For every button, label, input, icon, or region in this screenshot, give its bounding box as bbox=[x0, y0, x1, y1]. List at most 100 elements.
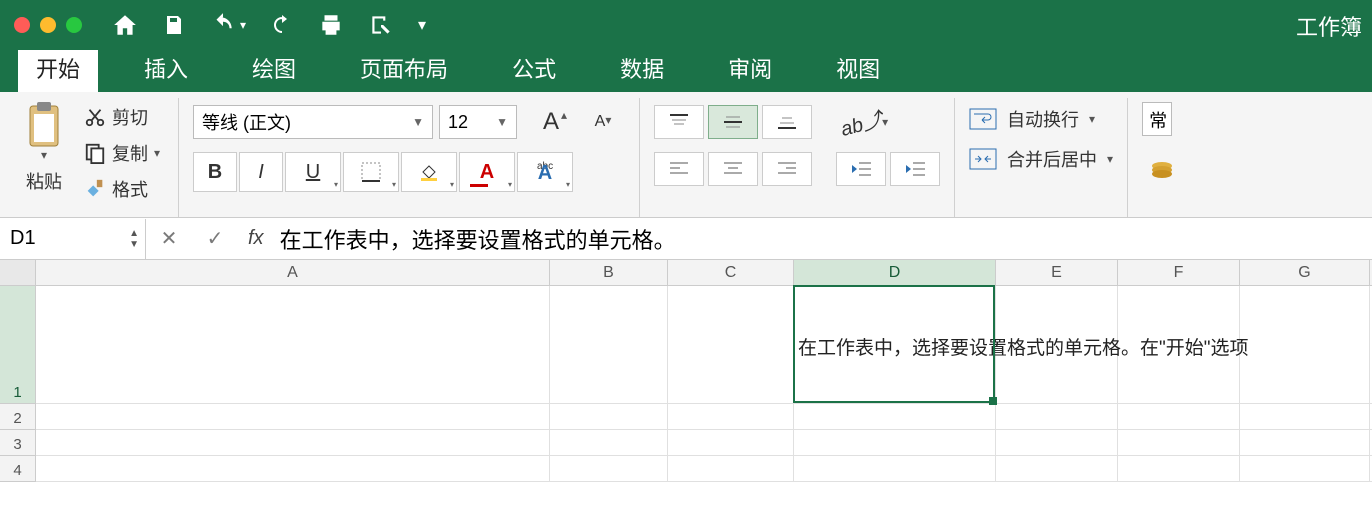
underline-button[interactable]: U▾ bbox=[285, 152, 341, 192]
font-color-button[interactable]: A ▾ bbox=[459, 152, 515, 192]
cell-E4[interactable] bbox=[996, 456, 1118, 482]
font-size-value: 12 bbox=[448, 112, 468, 133]
number-format-value: 常 bbox=[1149, 111, 1167, 131]
cell-B2[interactable] bbox=[550, 404, 668, 430]
align-right-button[interactable] bbox=[762, 152, 812, 186]
fill-color-button[interactable]: ▾ bbox=[401, 152, 457, 192]
customize-qat-icon[interactable]: ▾ bbox=[418, 15, 426, 35]
cell-G2[interactable] bbox=[1240, 404, 1370, 430]
paste-button[interactable]: ▾ 粘贴 bbox=[24, 102, 74, 213]
merge-center-label: 合并后居中 bbox=[1007, 146, 1097, 172]
borders-button[interactable]: ▾ bbox=[343, 152, 399, 192]
row-header-1[interactable]: 1 bbox=[0, 286, 35, 404]
tab-insert[interactable]: 插入 bbox=[126, 46, 206, 92]
cell-G4[interactable] bbox=[1240, 456, 1370, 482]
close-window-button[interactable] bbox=[14, 17, 30, 33]
cell-C3[interactable] bbox=[668, 430, 794, 456]
group-wrap-merge: 自动换行▾ 合并后居中▾ bbox=[955, 98, 1128, 217]
cell-G1[interactable] bbox=[1240, 286, 1370, 404]
paste-label: 粘贴 bbox=[26, 168, 62, 194]
redo-icon[interactable] bbox=[270, 13, 294, 37]
print-icon[interactable] bbox=[318, 12, 344, 38]
tab-page-layout[interactable]: 页面布局 bbox=[342, 46, 466, 92]
cell-B4[interactable] bbox=[550, 456, 668, 482]
italic-button[interactable]: I bbox=[239, 152, 283, 192]
accept-formula-button[interactable]: ✓ bbox=[192, 226, 238, 251]
maximize-window-button[interactable] bbox=[66, 17, 82, 33]
cell-E2[interactable] bbox=[996, 404, 1118, 430]
column-header-D[interactable]: D bbox=[794, 260, 996, 285]
name-box-spinner[interactable]: ▲▼ bbox=[129, 228, 139, 250]
merge-center-button[interactable]: 合并后居中▾ bbox=[969, 146, 1113, 172]
fx-icon[interactable]: fx bbox=[248, 227, 264, 250]
format-painter-button[interactable]: 格式 bbox=[80, 174, 164, 204]
cell-E3[interactable] bbox=[996, 430, 1118, 456]
font-name-select[interactable]: 等线 (正文)▼ bbox=[193, 105, 433, 139]
cell-A2[interactable] bbox=[36, 404, 550, 430]
tab-view[interactable]: 视图 bbox=[818, 46, 898, 92]
save-icon[interactable] bbox=[162, 13, 186, 37]
bold-button[interactable]: B bbox=[193, 152, 237, 192]
name-box[interactable]: D1 ▲▼ bbox=[0, 219, 146, 259]
tab-data[interactable]: 数据 bbox=[602, 46, 682, 92]
row-header-3[interactable]: 3 bbox=[0, 430, 35, 456]
decrease-indent-button[interactable] bbox=[836, 152, 886, 186]
row-headers: 1234 bbox=[0, 286, 36, 482]
increase-indent-button[interactable] bbox=[890, 152, 940, 186]
font-size-select[interactable]: 12▼ bbox=[439, 105, 517, 139]
undo-icon[interactable]: ▾ bbox=[210, 12, 246, 38]
cell-B1[interactable] bbox=[550, 286, 668, 404]
cut-button[interactable]: 剪切 bbox=[80, 102, 164, 132]
accounting-format-button[interactable] bbox=[1142, 150, 1182, 190]
column-header-G[interactable]: G bbox=[1240, 260, 1370, 285]
cell-G3[interactable] bbox=[1240, 430, 1370, 456]
home-icon[interactable] bbox=[112, 12, 138, 38]
cell-A4[interactable] bbox=[36, 456, 550, 482]
cell-F4[interactable] bbox=[1118, 456, 1240, 482]
increase-font-button[interactable]: A▴ bbox=[533, 102, 577, 142]
column-header-B[interactable]: B bbox=[550, 260, 668, 285]
cell-D3[interactable] bbox=[794, 430, 996, 456]
tab-formulas[interactable]: 公式 bbox=[494, 46, 574, 92]
formula-input[interactable] bbox=[274, 222, 1372, 256]
align-top-button[interactable] bbox=[654, 105, 704, 139]
align-bottom-button[interactable] bbox=[762, 105, 812, 139]
edit-icon[interactable] bbox=[368, 12, 394, 38]
select-all-corner[interactable] bbox=[0, 260, 36, 285]
minimize-window-button[interactable] bbox=[40, 17, 56, 33]
align-center-button[interactable] bbox=[708, 152, 758, 186]
column-header-E[interactable]: E bbox=[996, 260, 1118, 285]
cell-d1-content: 在工作表中，选择要设置格式的单元格。在"开始"选项 bbox=[798, 333, 1249, 360]
tab-home[interactable]: 开始 bbox=[18, 46, 98, 92]
cell-D2[interactable] bbox=[794, 404, 996, 430]
cell-C1[interactable] bbox=[668, 286, 794, 404]
column-header-A[interactable]: A bbox=[36, 260, 550, 285]
cell-D4[interactable] bbox=[794, 456, 996, 482]
cells-area[interactable]: 在工作表中，选择要设置格式的单元格。在"开始"选项 bbox=[36, 286, 1372, 482]
cell-B3[interactable] bbox=[550, 430, 668, 456]
number-format-select[interactable]: 常 bbox=[1142, 102, 1172, 136]
orientation-button[interactable]: ab⤴▾ bbox=[836, 102, 892, 142]
copy-button[interactable]: 复制▾ bbox=[80, 138, 164, 168]
cell-A3[interactable] bbox=[36, 430, 550, 456]
formula-bar: D1 ▲▼ ✕ ✓ fx bbox=[0, 218, 1372, 260]
align-left-button[interactable] bbox=[654, 152, 704, 186]
row-header-2[interactable]: 2 bbox=[0, 404, 35, 430]
align-middle-button[interactable] bbox=[708, 105, 758, 139]
cell-C4[interactable] bbox=[668, 456, 794, 482]
cell-F3[interactable] bbox=[1118, 430, 1240, 456]
group-alignment: ab⤴▾ bbox=[640, 98, 955, 217]
tab-draw[interactable]: 绘图 bbox=[234, 46, 314, 92]
cancel-formula-button[interactable]: ✕ bbox=[146, 226, 192, 251]
column-header-F[interactable]: F bbox=[1118, 260, 1240, 285]
phonetic-guide-button[interactable]: abc A ▾ bbox=[517, 152, 573, 192]
cell-C2[interactable] bbox=[668, 404, 794, 430]
cell-F2[interactable] bbox=[1118, 404, 1240, 430]
decrease-font-button[interactable]: A▾ bbox=[581, 102, 625, 142]
column-header-C[interactable]: C bbox=[668, 260, 794, 285]
wrap-text-button[interactable]: 自动换行▾ bbox=[969, 106, 1113, 132]
cell-A1[interactable] bbox=[36, 286, 550, 404]
row-header-4[interactable]: 4 bbox=[0, 456, 35, 482]
tab-review[interactable]: 审阅 bbox=[710, 46, 790, 92]
group-font: 等线 (正文)▼ 12▼ A▴ A▾ B I U▾ ▾ ▾ A bbox=[179, 98, 640, 217]
